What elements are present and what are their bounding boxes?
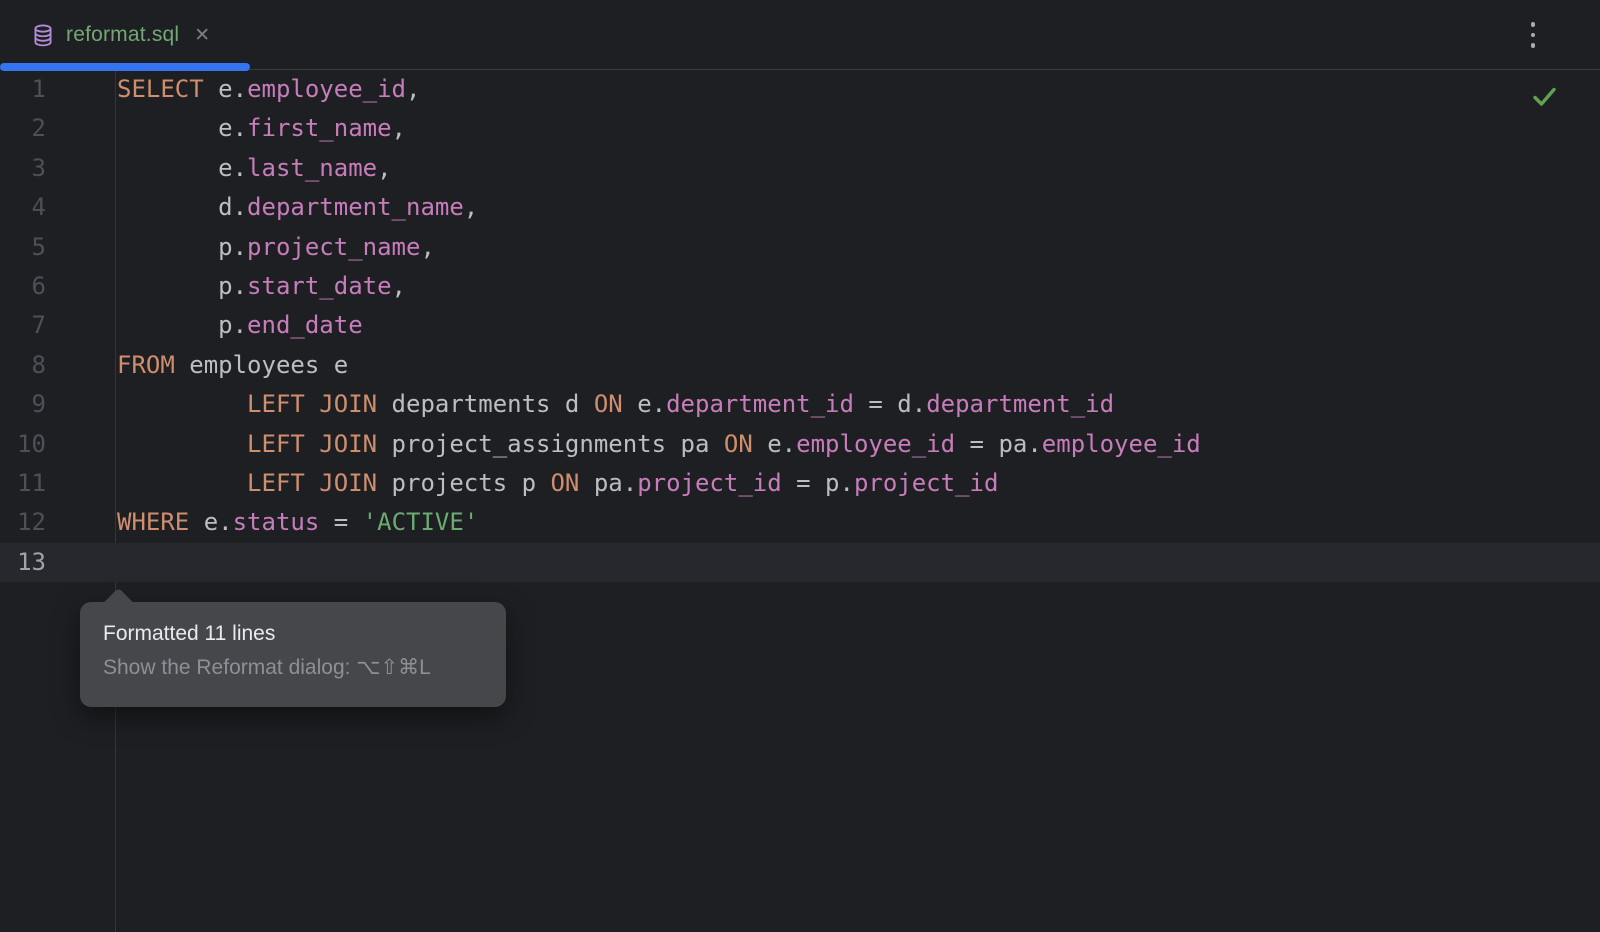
code-text: LEFT JOIN departments d ON e.department_… xyxy=(117,385,1114,424)
line-number[interactable]: 3 xyxy=(0,149,46,188)
code-text: p.project_name, xyxy=(117,228,435,267)
line-number[interactable]: 9 xyxy=(0,385,46,424)
line-number[interactable]: 11 xyxy=(0,464,46,503)
code-line-13[interactable]: 13 xyxy=(0,543,1600,582)
kebab-dot xyxy=(1531,43,1536,48)
code-line-9[interactable]: 9 LEFT JOIN departments d ON e.departmen… xyxy=(0,385,1600,424)
tooltip-shortcut-hint: Show the Reformat dialog: ⌥⇧⌘L xyxy=(103,655,482,680)
tab-file-name: reformat.sql xyxy=(66,23,179,47)
line-number[interactable]: 4 xyxy=(0,188,46,227)
kebab-dot xyxy=(1531,33,1536,38)
code-line-6[interactable]: 6 p.start_date, xyxy=(0,267,1600,306)
line-number[interactable]: 2 xyxy=(0,109,46,148)
database-icon xyxy=(30,22,56,48)
tooltip-title: Formatted 11 lines xyxy=(103,622,482,646)
reformat-tooltip: Formatted 11 lines Show the Reformat dia… xyxy=(80,602,506,707)
code-line-11[interactable]: 11 LEFT JOIN projects p ON pa.project_id… xyxy=(0,464,1600,503)
kebab-dot xyxy=(1531,22,1536,27)
code-line-5[interactable]: 5 p.project_name, xyxy=(0,228,1600,267)
code-line-10[interactable]: 10 LEFT JOIN project_assignments pa ON e… xyxy=(0,425,1600,464)
line-number[interactable]: 7 xyxy=(0,306,46,345)
code-line-1[interactable]: 1 SELECT e.employee_id, xyxy=(0,70,1600,109)
code-text: FROM employees e xyxy=(117,346,348,385)
line-number[interactable]: 8 xyxy=(0,346,46,385)
code-lines: 1SELECT e.employee_id,2 e.first_name,3 e… xyxy=(0,70,1600,582)
code-text: WHERE e.status = 'ACTIVE' xyxy=(117,503,478,542)
line-number[interactable]: 6 xyxy=(0,267,46,306)
tab-reformat-sql[interactable]: reformat.sql ✕ xyxy=(0,0,250,70)
code-text: e.last_name, xyxy=(117,149,392,188)
active-tab-indicator xyxy=(0,63,250,71)
editor-tab-bar: reformat.sql ✕ xyxy=(0,0,1600,70)
code-text: LEFT JOIN projects p ON pa.project_id = … xyxy=(117,464,998,503)
line-number[interactable]: 12 xyxy=(0,503,46,542)
code-line-12[interactable]: 12 WHERE e.status = 'ACTIVE' xyxy=(0,503,1600,542)
code-text: p.end_date xyxy=(117,306,363,345)
code-text: SELECT e.employee_id, xyxy=(117,70,420,109)
code-editor[interactable]: 1SELECT e.employee_id,2 e.first_name,3 e… xyxy=(0,70,1600,932)
line-number[interactable]: 13 xyxy=(0,543,46,582)
code-line-4[interactable]: 4 d.department_name, xyxy=(0,188,1600,227)
code-line-7[interactable]: 7 p.end_date xyxy=(0,306,1600,345)
code-text: e.first_name, xyxy=(117,109,406,148)
more-options-kebab-icon[interactable] xyxy=(1521,21,1545,49)
code-line-3[interactable]: 3 e.last_name, xyxy=(0,149,1600,188)
code-line-2[interactable]: 2 e.first_name, xyxy=(0,109,1600,148)
code-text: d.department_name, xyxy=(117,188,478,227)
line-number[interactable]: 5 xyxy=(0,228,46,267)
tab-close-icon[interactable]: ✕ xyxy=(194,26,210,45)
code-text: p.start_date, xyxy=(117,267,406,306)
line-number[interactable]: 10 xyxy=(0,425,46,464)
code-text: LEFT JOIN project_assignments pa ON e.em… xyxy=(117,425,1201,464)
code-line-8[interactable]: 8 FROM employees e xyxy=(0,346,1600,385)
line-number[interactable]: 1 xyxy=(0,70,46,109)
